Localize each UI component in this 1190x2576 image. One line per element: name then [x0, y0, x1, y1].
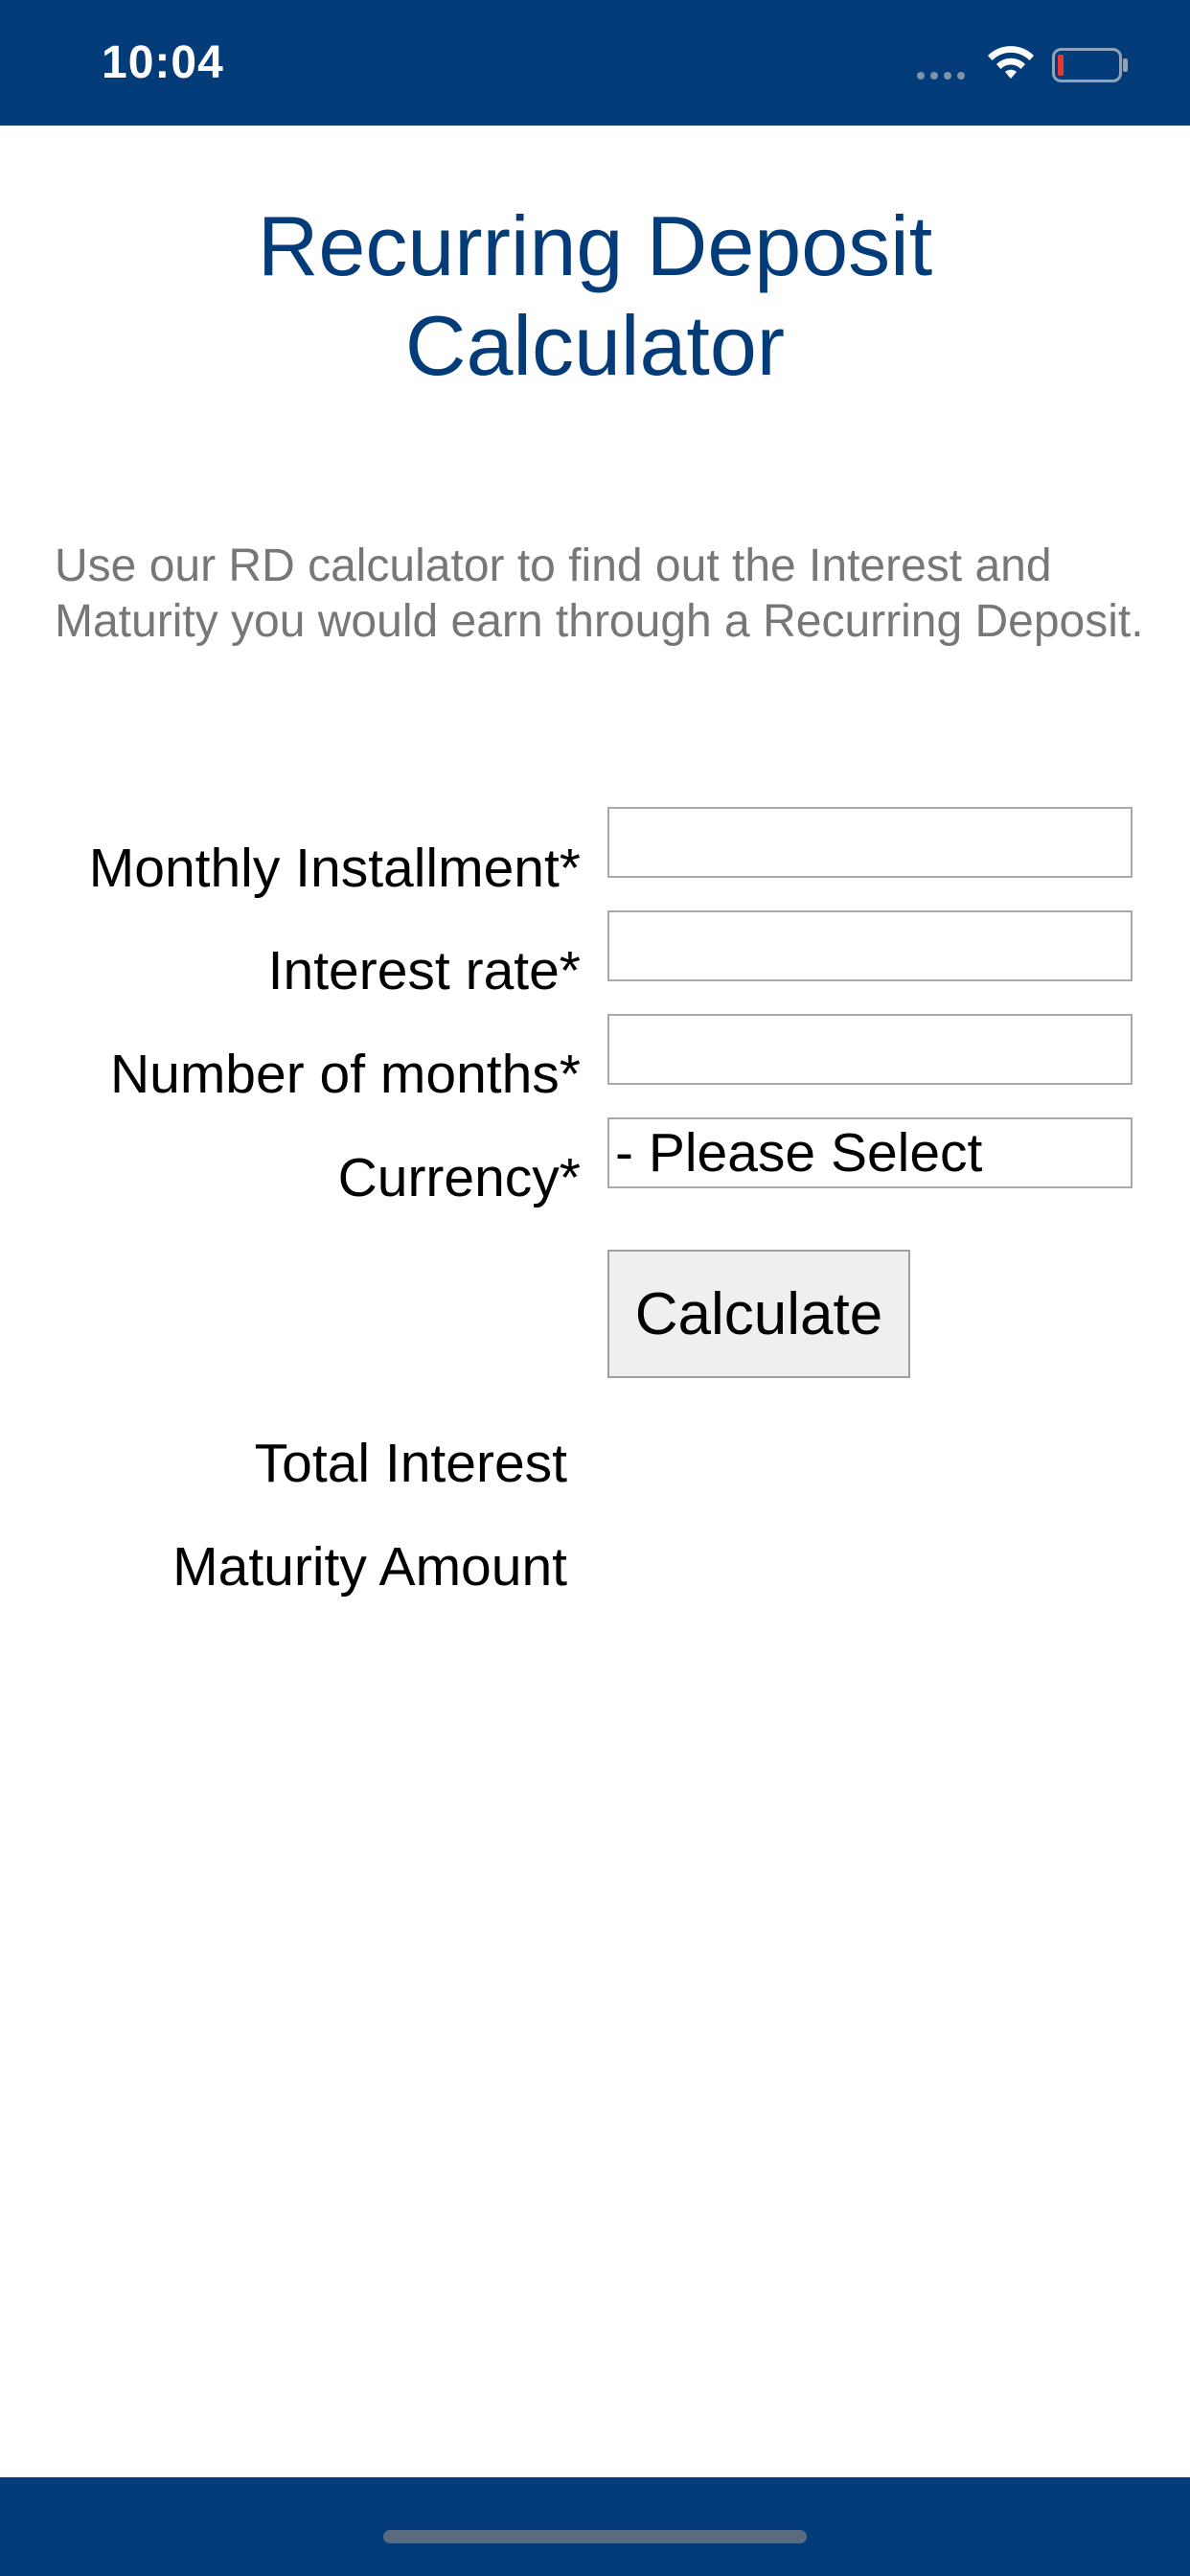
currency-label: Currency* — [337, 1147, 581, 1208]
monthly-installment-input[interactable] — [607, 807, 1133, 878]
page-title-line-1: Recurring Deposit — [257, 198, 933, 293]
cellular-signal-icon — [917, 72, 965, 80]
screen: 10:04 Recurring Deposit Calculator Use o… — [0, 0, 1190, 2576]
wifi-icon — [988, 46, 1034, 79]
interest-rate-label: Interest rate* — [267, 940, 581, 1001]
intro-description: Use our RD calculator to find out the In… — [55, 540, 1144, 647]
home-indicator[interactable] — [383, 2530, 807, 2543]
page-title-line-2: Calculator — [404, 298, 786, 393]
monthly-installment-label: Monthly Installment* — [88, 838, 581, 899]
number-of-months-input[interactable] — [607, 1014, 1133, 1085]
number-of-months-label: Number of months* — [109, 1044, 581, 1105]
currency-select[interactable]: - Please Select — [607, 1117, 1133, 1188]
page-title: Recurring Deposit Calculator — [0, 196, 1190, 396]
status-time: 10:04 — [102, 37, 224, 88]
total-interest-label: Total Interest — [254, 1433, 567, 1494]
status-bar: 10:04 — [0, 0, 1190, 126]
calculate-button[interactable]: Calculate — [607, 1250, 910, 1378]
interest-rate-input[interactable] — [607, 910, 1133, 981]
battery-low-icon — [1052, 48, 1128, 82]
maturity-amount-label: Maturity Amount — [172, 1536, 567, 1598]
bottom-bar — [0, 2477, 1190, 2576]
